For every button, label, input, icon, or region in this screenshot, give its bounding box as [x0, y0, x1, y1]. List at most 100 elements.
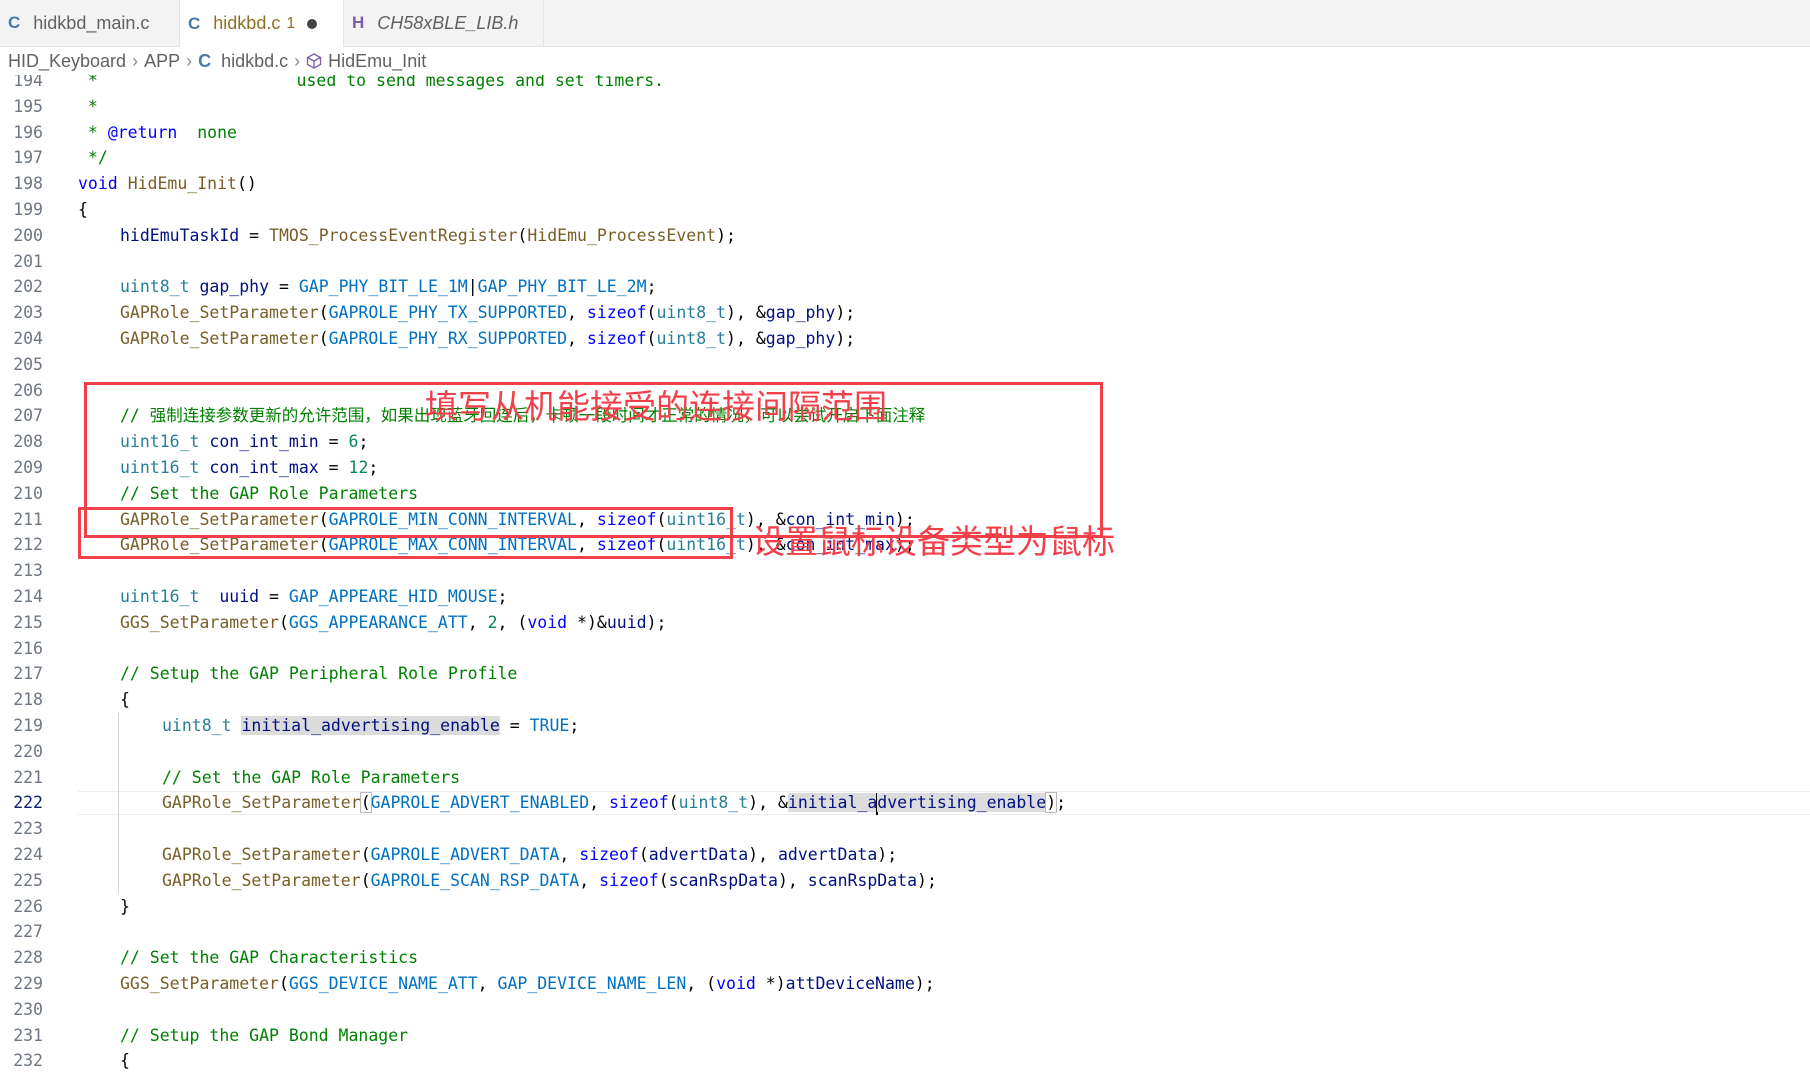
- line-number[interactable]: 201: [0, 249, 43, 275]
- line-number[interactable]: 209: [0, 455, 43, 481]
- line-number[interactable]: 232: [0, 1048, 43, 1074]
- breadcrumb-project[interactable]: HID_Keyboard: [8, 51, 126, 72]
- line-number[interactable]: 224: [0, 842, 43, 868]
- line-number[interactable]: 230: [0, 997, 43, 1023]
- line-number[interactable]: 205: [0, 352, 43, 378]
- line-number[interactable]: 222: [0, 790, 43, 816]
- line-number[interactable]: 206: [0, 378, 43, 404]
- line-number[interactable]: 195: [0, 94, 43, 120]
- code-line[interactable]: {: [120, 687, 130, 713]
- line-number[interactable]: 207: [0, 403, 43, 429]
- code-line[interactable]: * used to send messages and set timers.: [78, 75, 664, 94]
- code-line[interactable]: // Setup the GAP Bond Manager: [120, 1023, 408, 1049]
- code-token: initial_advertising_enable: [241, 716, 500, 735]
- code-token: GAPRole_SetParameter: [120, 329, 319, 348]
- code-line[interactable]: */: [78, 145, 108, 171]
- tab-hidkbd-main-c[interactable]: C hidkbd_main.c: [0, 0, 180, 46]
- line-number[interactable]: 203: [0, 300, 43, 326]
- code-line[interactable]: GAPRole_SetParameter(GAPROLE_SCAN_RSP_DA…: [162, 868, 937, 894]
- line-number[interactable]: 228: [0, 945, 43, 971]
- code-token: * used to send messages and set timers.: [78, 75, 665, 90]
- code-line[interactable]: uint8_t initial_advertising_enable = TRU…: [162, 713, 579, 739]
- line-number[interactable]: 223: [0, 816, 43, 842]
- line-number[interactable]: 220: [0, 739, 43, 765]
- code-token: void: [527, 612, 568, 632]
- line-number[interactable]: 208: [0, 429, 43, 455]
- breadcrumb-symbol[interactable]: HidEmu_Init: [328, 51, 426, 72]
- code-token: GGS_APPEARANCE_ATT: [288, 612, 468, 632]
- code-token: GAPROLE_PHY_RX_SUPPORTED: [328, 329, 568, 348]
- code-token: GAPROLE_SCAN_RSP_DATA: [370, 870, 580, 890]
- line-number[interactable]: 196: [0, 120, 43, 146]
- line-number[interactable]: 200: [0, 223, 43, 249]
- code-token: GAPRole_SetParameter: [120, 303, 319, 323]
- code-token: sizeof: [586, 303, 647, 323]
- unsaved-dot-icon[interactable]: [307, 18, 318, 29]
- code-line[interactable]: uint16_t uuid = GAP_APPEARE_HID_MOUSE;: [120, 584, 507, 610]
- tab-hidkbd-c[interactable]: C hidkbd.c 1: [180, 0, 344, 47]
- code-token: (: [360, 845, 371, 864]
- annotation-text-connection-interval: 填写从机能接受的连接间隔范围: [425, 387, 887, 426]
- code-token: GAPRole_SetParameter: [162, 793, 361, 813]
- code-token: ,: [477, 974, 498, 993]
- line-number[interactable]: 197: [0, 145, 43, 171]
- line-number[interactable]: 194: [0, 75, 43, 94]
- line-number[interactable]: 219: [0, 713, 43, 739]
- line-number[interactable]: 221: [0, 765, 43, 791]
- line-number[interactable]: 225: [0, 868, 43, 894]
- line-number[interactable]: 215: [0, 610, 43, 636]
- code-line[interactable]: * @return none: [78, 120, 237, 146]
- code-token: TMOS_ProcessEventRegister: [269, 225, 518, 245]
- code-token: (: [517, 225, 528, 245]
- code-line[interactable]: void HidEmu_Init(): [78, 171, 257, 197]
- code-line[interactable]: // Set the GAP Role Parameters: [162, 765, 460, 791]
- code-editor[interactable]: 194 195 196 197 198 199 200 201 202 203 204 205 206 2…: [0, 75, 1810, 1076]
- code-line[interactable]: GAPRole_SetParameter(GAPROLE_PHY_RX_SUPP…: [120, 326, 855, 352]
- c-file-icon: C: [188, 13, 201, 33]
- code-line[interactable]: {: [120, 1048, 130, 1074]
- code-line[interactable]: GAPRole_SetParameter(GAPROLE_ADVERT_ENAB…: [162, 790, 1066, 816]
- line-number[interactable]: 199: [0, 197, 43, 223]
- code-line[interactable]: // Set the GAP Characteristics: [120, 945, 418, 971]
- line-number[interactable]: 226: [0, 894, 43, 920]
- code-line[interactable]: GAPRole_SetParameter(GAPROLE_ADVERT_DATA…: [162, 842, 897, 868]
- code-line[interactable]: hidEmuTaskId = TMOS_ProcessEventRegister…: [120, 223, 736, 249]
- line-number[interactable]: 202: [0, 274, 43, 300]
- code-token: sizeof: [599, 870, 659, 890]
- line-number[interactable]: 211: [0, 507, 43, 533]
- line-number[interactable]: 204: [0, 326, 43, 352]
- line-number[interactable]: 198: [0, 171, 43, 197]
- code-token: *: [78, 96, 98, 116]
- breadcrumb-file[interactable]: hidkbd.c: [221, 51, 288, 72]
- line-number[interactable]: 212: [0, 532, 43, 558]
- tab-ch58xble-lib-h[interactable]: H CH58xBLE_LIB.h: [344, 0, 544, 46]
- code-line[interactable]: GGS_SetParameter(GGS_APPEARANCE_ATT, 2, …: [120, 610, 666, 636]
- line-number[interactable]: 213: [0, 558, 43, 584]
- code-token: ),: [777, 870, 808, 890]
- code-line[interactable]: }: [120, 894, 130, 920]
- code-token: gap_phy: [765, 303, 836, 323]
- line-number[interactable]: 227: [0, 919, 43, 945]
- line-number[interactable]: 229: [0, 971, 43, 997]
- code-token: sizeof: [609, 793, 669, 813]
- breadcrumb-folder[interactable]: APP: [144, 51, 180, 72]
- line-number[interactable]: 216: [0, 636, 43, 662]
- code-line[interactable]: {: [78, 197, 88, 223]
- line-number[interactable]: 218: [0, 687, 43, 713]
- code-line[interactable]: uint8_t gap_phy = GAP_PHY_BIT_LE_1M|GAP_…: [120, 274, 657, 300]
- code-line[interactable]: GGS_SetParameter(GGS_DEVICE_NAME_ATT, GA…: [120, 971, 935, 997]
- line-number[interactable]: 210: [0, 481, 43, 507]
- code-line[interactable]: *: [78, 94, 98, 120]
- code-token: ), &: [748, 793, 788, 813]
- code-token: );: [716, 225, 736, 245]
- code-token: uint8_t: [120, 277, 190, 297]
- line-number[interactable]: 231: [0, 1023, 43, 1049]
- code-line[interactable]: // Setup the GAP Peripheral Role Profile: [120, 661, 517, 687]
- code-line[interactable]: GAPRole_SetParameter(GAPROLE_PHY_TX_SUPP…: [120, 300, 855, 326]
- code-token: }: [120, 896, 130, 916]
- line-number[interactable]: 217: [0, 661, 43, 687]
- code-token: void: [78, 174, 118, 194]
- line-number[interactable]: 214: [0, 584, 43, 610]
- code-token: {: [120, 1051, 130, 1071]
